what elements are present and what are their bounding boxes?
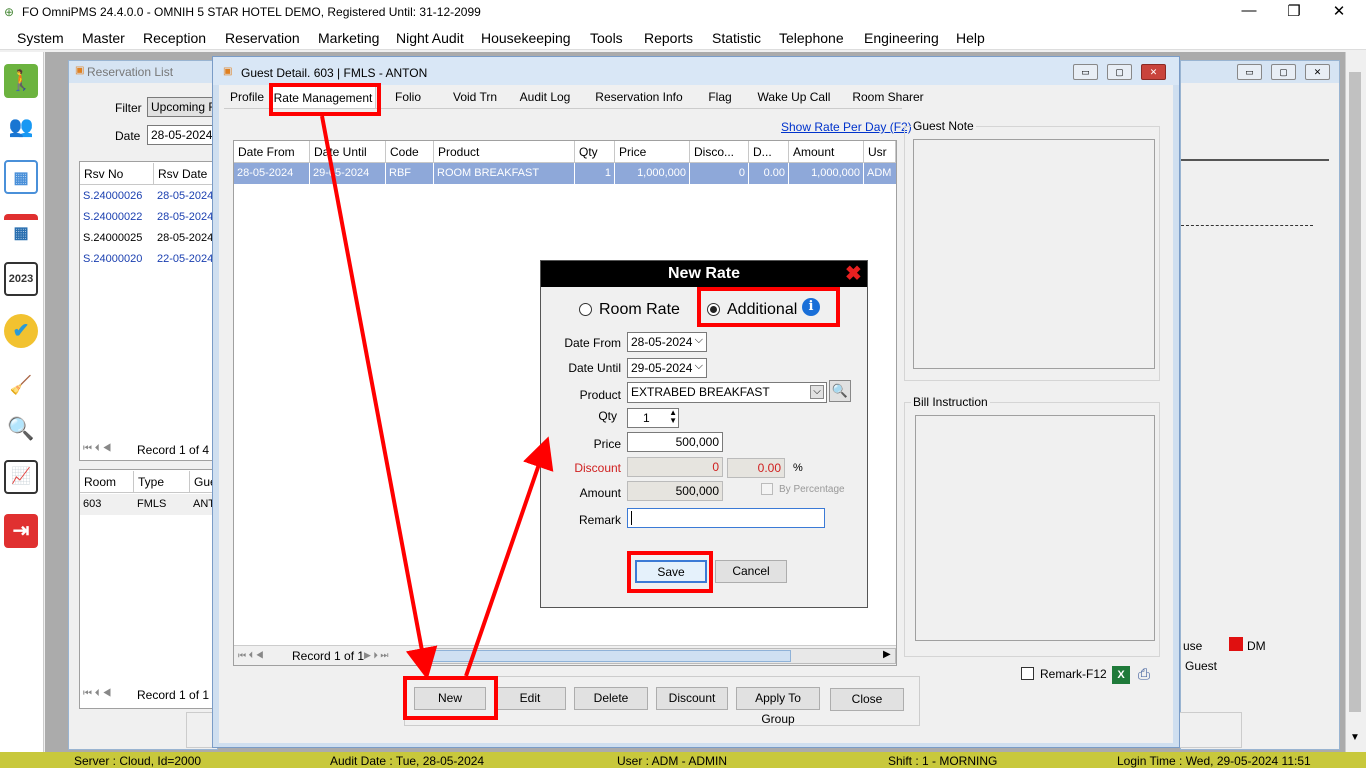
- status-bar: Server : Cloud, Id=2000 Audit Date : Tue…: [0, 752, 1366, 768]
- status-audit-date: Audit Date : Tue, 28-05-2024: [330, 754, 485, 768]
- status-user: User : ADM - ADMIN: [617, 754, 728, 768]
- annotation-arrows: [320, 115, 554, 680]
- status-login-time: Login Time : Wed, 29-05-2024 11:51: [1117, 754, 1311, 768]
- status-server: Server : Cloud, Id=2000: [74, 754, 202, 768]
- annotation-arrow-tab-to-new: [320, 115, 438, 680]
- status-shift: Shift : 1 - MORNING: [888, 754, 998, 768]
- annotation-arrow-new-to-dialog: [464, 436, 554, 677]
